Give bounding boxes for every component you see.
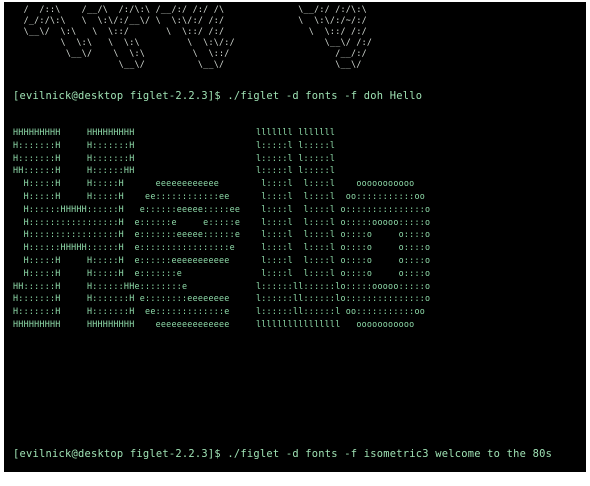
figlet-hello-output: HHHHHHHHH HHHHHHHHH lllllll lllllll H:::…	[13, 127, 431, 329]
command-prompt-line: [evilnick@desktop figlet-2.2.3]$ ./figle…	[13, 90, 423, 102]
terminal-window[interactable]: / /::\ /__/\ /:/\:\ /__/:/ /:/ /\ \__/:/…	[4, 2, 586, 472]
command-prompt-line-current[interactable]: [evilnick@desktop figlet-2.2.3]$ ./figle…	[13, 448, 552, 460]
figlet-art-output-top: / /::\ /__/\ /:/\:\ /__/:/ /:/ /\ \__/:/…	[23, 4, 373, 69]
